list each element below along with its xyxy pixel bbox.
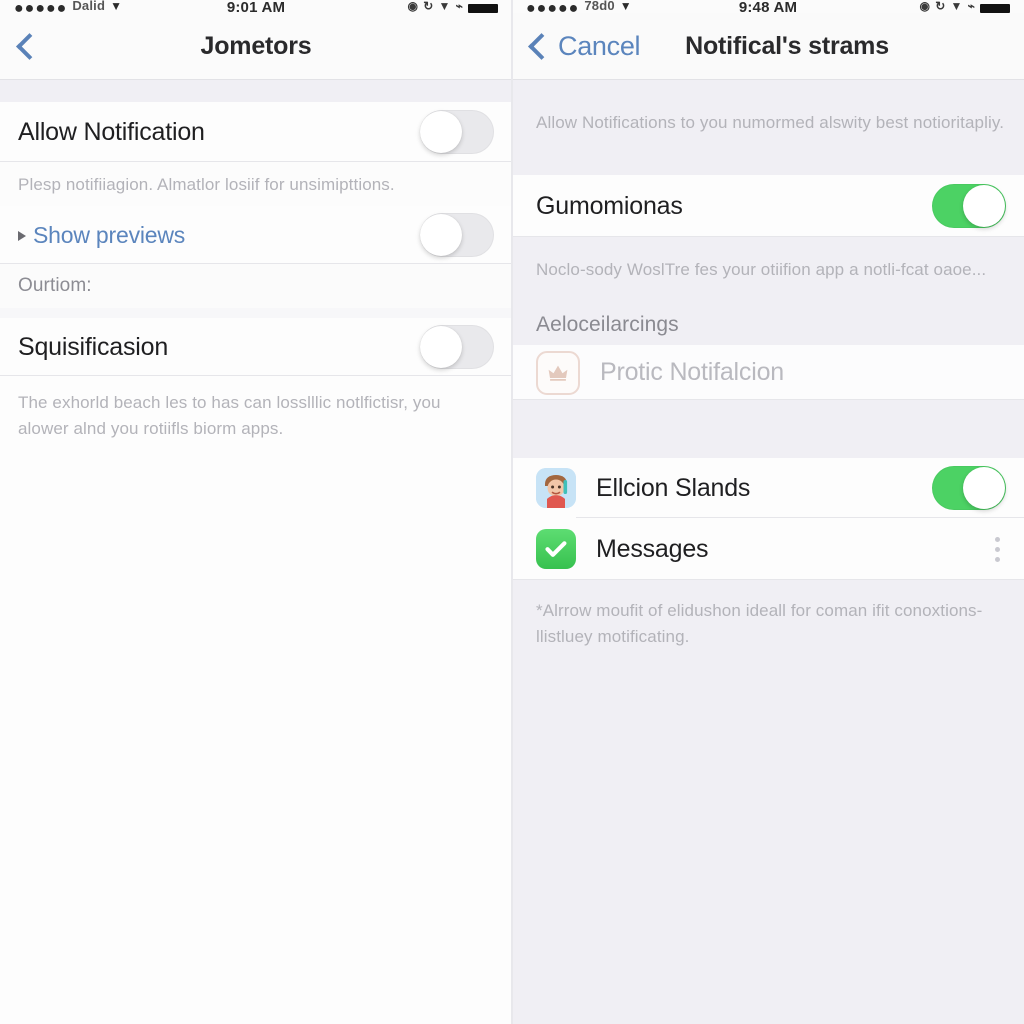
right-empty-area [512,660,1024,990]
squisificasion-label: Squisificasion [18,332,169,361]
dot [995,546,1000,552]
crown-icon [536,350,580,395]
row-protic-notification[interactable]: Protic Notifalcion [512,345,1024,400]
messages-footnote: *Alrrow moufit of elidushon ideall for c… [512,580,1024,660]
list-gap-top [0,80,512,102]
row-gumomionas[interactable]: Gumomionas [512,175,1024,237]
toggle-knob [963,185,1005,227]
gumomionas-label: Gumomionas [536,191,683,220]
row-squisificasion[interactable]: Squisificasion [0,318,512,376]
checkmark-icon [536,529,576,569]
toggle-knob [963,467,1005,509]
row-divider [0,161,512,162]
dot [995,536,1000,542]
ellcion-slands-toggle[interactable] [932,466,1006,510]
list-gap-mid [0,308,512,318]
dot [995,556,1000,562]
section-header-aeloceilarcings: Aeloceilarcings [512,305,1024,345]
intro-note: Allow Notifications to you numormed alsw… [512,80,1024,175]
left-empty-area [0,446,512,1024]
chevron-left-icon [528,32,555,60]
row-divider [0,375,512,376]
row-allow-notification[interactable]: Allow Notification [0,102,512,162]
page-title: Jometors [200,31,312,60]
avatar-icon [536,468,576,508]
gumomionas-toggle[interactable] [932,184,1006,228]
allow-notification-footnote: Plesp notifiiagion. Almatlor losiif for … [0,162,512,206]
chevron-left-icon [16,32,43,60]
status-bar-clock: 9:48 AM [738,0,798,13]
squisificasion-footnote: The exhorld beach les to has can losslll… [0,376,512,446]
list-gap-apps [512,400,1024,458]
row-divider [512,579,1024,580]
right-status-bar: ●●●●● 78d0 ▼ 9:48 AM ◉ ↻ ▼ ⌁ [512,0,1024,13]
row-messages[interactable]: Messages [512,518,1024,580]
row-divider [512,399,1024,400]
show-previews-toggle[interactable] [420,213,494,257]
show-previews-label-wrap: Show previews [18,222,420,249]
messages-label: Messages [596,534,709,563]
squisificasion-toggle[interactable] [420,325,494,369]
show-previews-label: Show previews [33,221,186,248]
row-show-previews[interactable]: Show previews [0,206,512,264]
left-nav-bar: Jometors [0,13,512,80]
toggle-knob [420,214,462,256]
section-header-ourtiom: Ourtiom: [0,264,512,308]
allow-notification-label: Allow Notification [18,117,205,146]
row-divider [0,263,512,264]
back-button[interactable] [14,32,46,60]
cancel-button[interactable]: Cancel [526,30,641,62]
disclosure-triangle-icon [18,230,26,241]
status-bar-clock: 9:01 AM [226,0,286,13]
right-nav-bar: Cancel Notifical's strams [512,13,1024,80]
toggle-knob [420,111,462,153]
gumomionas-footnote: Noclo-sody WoslTre fes your otiifion app… [512,237,1024,305]
right-phone-screen: ●●●●● 78d0 ▼ 9:48 AM ◉ ↻ ▼ ⌁ Cancel Noti… [512,0,1024,1024]
allow-notification-toggle[interactable] [420,110,494,154]
row-ellcion-slands[interactable]: Ellcion Slands [512,458,1024,518]
more-options-icon[interactable] [989,533,1006,566]
row-divider [512,236,1024,237]
left-status-bar: ●●●●● Dalid ▼ 9:01 AM ◉ ↻ ▼ ⌁ [0,0,512,13]
left-phone-screen: ●●●●● Dalid ▼ 9:01 AM ◉ ↻ ▼ ⌁ Jometors A… [0,0,512,1024]
toggle-knob [420,326,462,368]
dual-phone-screenshot: ●●●●● Dalid ▼ 9:01 AM ◉ ↻ ▼ ⌁ Jometors A… [0,0,1024,1024]
protic-notification-label: Protic Notifalcion [600,358,784,386]
screen-divider [511,0,513,1024]
cancel-button-label: Cancel [558,30,641,61]
ellcion-slands-label: Ellcion Slands [596,473,751,502]
